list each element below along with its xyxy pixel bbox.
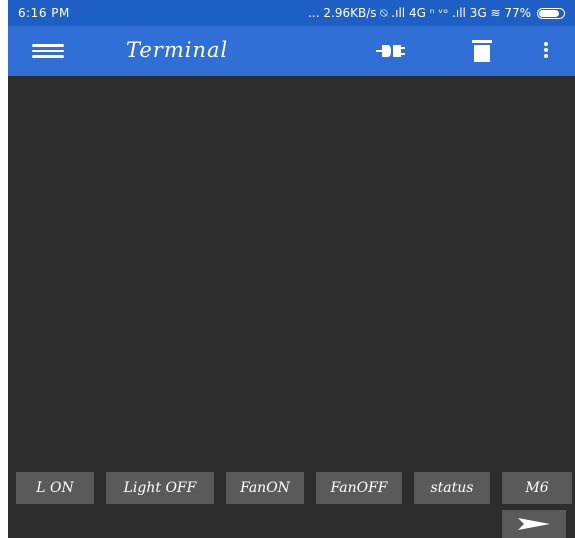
more-vert-icon[interactable] bbox=[541, 40, 551, 62]
status-indicators-group: ... 2.96KB/s ⍉ .ıll 4G ⁿ ᵛᵒ .ıll 3G ≋ 77… bbox=[308, 6, 565, 21]
macro-button-2[interactable]: Light OFF bbox=[106, 472, 214, 504]
macro-button-row: L ON Light OFF FanON FanOFF status M6 bbox=[8, 472, 575, 504]
app-screen: 6:16 PM ... 2.96KB/s ⍉ .ıll 4G ⁿ ᵛᵒ .ıll… bbox=[8, 0, 575, 538]
connect-icon[interactable] bbox=[374, 42, 410, 60]
page-title: Terminal bbox=[126, 38, 229, 62]
terminal-output[interactable] bbox=[8, 76, 575, 456]
macro-button-3[interactable]: FanON bbox=[226, 472, 304, 504]
menu-icon[interactable] bbox=[32, 41, 64, 61]
delete-icon[interactable] bbox=[471, 39, 493, 63]
app-bar: Terminal bbox=[8, 26, 575, 76]
macro-button-6[interactable]: M6 bbox=[502, 472, 572, 504]
battery-icon bbox=[537, 7, 565, 19]
macro-button-1[interactable]: L ON bbox=[16, 472, 94, 504]
send-icon bbox=[518, 518, 550, 530]
macro-button-4[interactable]: FanOFF bbox=[316, 472, 402, 504]
status-indicators: ... 2.96KB/s ⍉ .ıll 4G ⁿ ᵛᵒ .ıll 3G ≋ 77… bbox=[308, 5, 531, 20]
status-time: 6:16 PM bbox=[18, 6, 70, 20]
send-button[interactable] bbox=[502, 510, 566, 538]
macro-button-5[interactable]: status bbox=[414, 472, 490, 504]
status-bar: 6:16 PM ... 2.96KB/s ⍉ .ıll 4G ⁿ ᵛᵒ .ıll… bbox=[8, 0, 575, 26]
